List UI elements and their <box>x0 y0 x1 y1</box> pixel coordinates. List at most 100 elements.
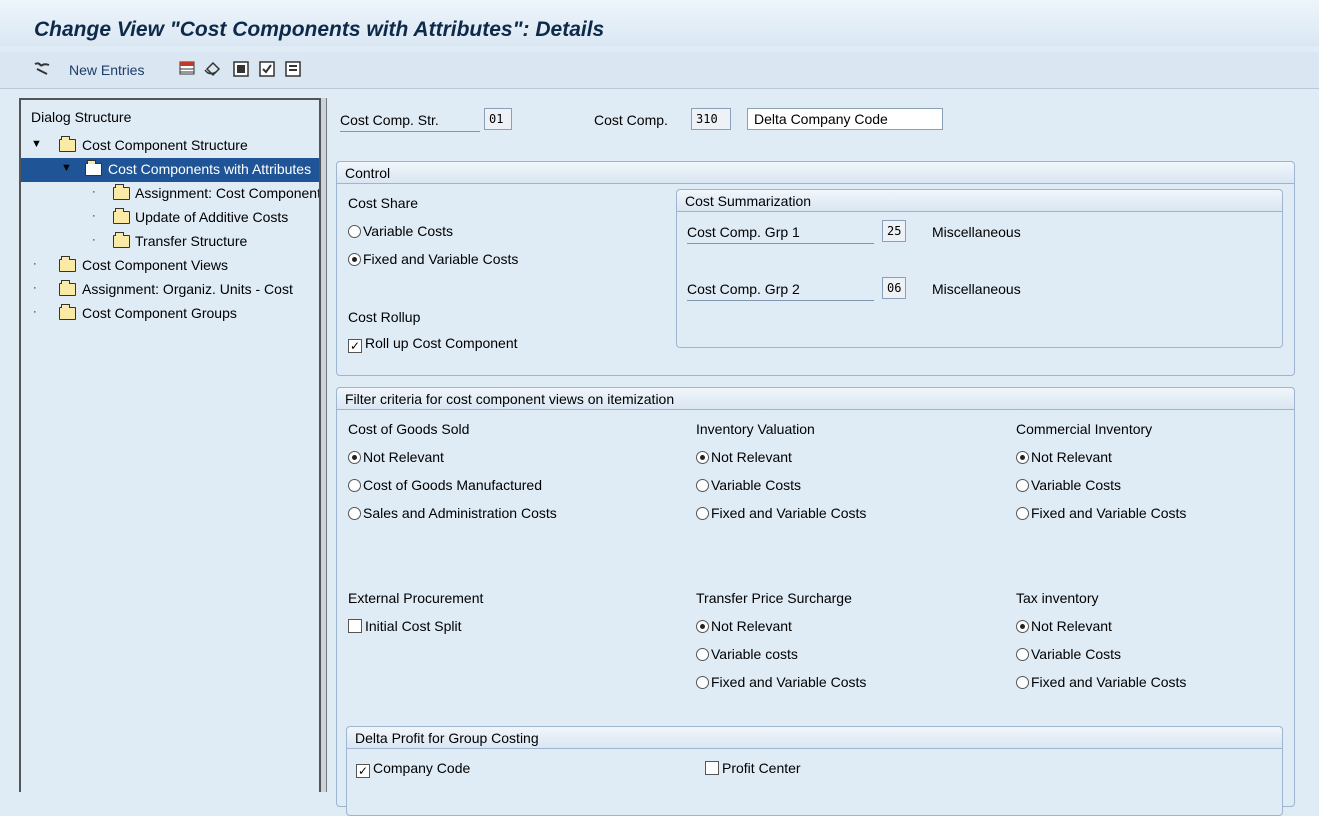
radio-cogs-sales-admin[interactable]: Sales and Administration Costs <box>348 505 557 521</box>
cost-comp-grp1-field[interactable]: 25 <box>882 220 906 242</box>
tree-item-cost-component-structure[interactable]: ▼ Cost Component Structure <box>21 134 319 158</box>
deselect-all-icon[interactable] <box>284 60 302 78</box>
radio-circle-icon[interactable] <box>348 225 361 238</box>
checkbox-unchecked-icon[interactable] <box>348 619 362 633</box>
radio-label: Variable costs <box>711 646 798 662</box>
select-all-icon[interactable] <box>232 60 250 78</box>
tree-item-update-additive-costs[interactable]: · Update of Additive Costs <box>21 206 319 230</box>
radio-circle-icon[interactable] <box>696 676 709 689</box>
cost-share-label: Cost Share <box>348 195 419 211</box>
tree-item-assignment-organiz-units[interactable]: · Assignment: Organiz. Units - Cost <box>21 278 319 302</box>
cost-comp-grp1-text: Miscellaneous <box>932 224 1021 240</box>
radio-selected-icon[interactable] <box>696 620 709 633</box>
radio-selected-icon[interactable] <box>348 253 361 266</box>
radio-label: Fixed and Variable Costs <box>1031 505 1187 521</box>
tree-item-label: Update of Additive Costs <box>135 209 289 225</box>
cost-rollup-label: Cost Rollup <box>348 309 421 325</box>
tree-item-cost-component-views[interactable]: · Cost Component Views <box>21 254 319 278</box>
radio-comm-inv-not-relevant[interactable]: Not Relevant <box>1016 449 1112 465</box>
radio-circle-icon[interactable] <box>696 507 709 520</box>
checkbox-checked-icon[interactable]: ✓ <box>348 339 362 353</box>
tree-item-label: Cost Component Groups <box>82 305 237 321</box>
cost-summarization-group: Cost Summarization <box>676 189 1283 348</box>
radio-tax-inv-variable[interactable]: Variable Costs <box>1016 646 1121 662</box>
radio-circle-icon[interactable] <box>1016 676 1029 689</box>
radio-inv-val-variable[interactable]: Variable Costs <box>696 477 801 493</box>
label-underline <box>340 131 480 132</box>
radio-tax-inv-fixed-variable[interactable]: Fixed and Variable Costs <box>1016 674 1186 690</box>
panel-splitter[interactable] <box>319 98 327 792</box>
radio-comm-inv-fixed-variable[interactable]: Fixed and Variable Costs <box>1016 505 1186 521</box>
label-underline <box>687 300 874 301</box>
radio-fixed-variable-costs[interactable]: Fixed and Variable Costs <box>348 251 518 267</box>
bullet-icon: · <box>33 282 37 294</box>
radio-label: Fixed and Variable Costs <box>1031 674 1187 690</box>
radio-circle-icon[interactable] <box>1016 648 1029 661</box>
tree-item-transfer-structure[interactable]: · Transfer Structure <box>21 230 319 254</box>
radio-label: Not Relevant <box>1031 618 1112 634</box>
radio-tps-variable[interactable]: Variable costs <box>696 646 798 662</box>
radio-selected-icon[interactable] <box>1016 451 1029 464</box>
cost-comp-field[interactable]: 310 <box>691 108 731 130</box>
profit-center-checkbox[interactable]: Profit Center <box>705 760 801 776</box>
expand-down-icon[interactable]: ▼ <box>31 138 42 150</box>
tree-item-cost-components-with-attributes[interactable]: ▼ Cost Components with Attributes <box>21 158 319 182</box>
radio-label: Not Relevant <box>363 449 444 465</box>
inventory-valuation-label: Inventory Valuation <box>696 421 815 437</box>
radio-inv-val-fixed-variable[interactable]: Fixed and Variable Costs <box>696 505 866 521</box>
radio-selected-icon[interactable] <box>1016 620 1029 633</box>
table-icon[interactable] <box>179 60 197 78</box>
undo-icon[interactable] <box>204 60 222 78</box>
transfer-price-surcharge-label: Transfer Price Surcharge <box>696 590 852 606</box>
bullet-icon: · <box>33 258 37 270</box>
checkbox-checked-icon[interactable]: ✓ <box>356 764 370 778</box>
radio-circle-icon[interactable] <box>348 507 361 520</box>
external-procurement-label: External Procurement <box>348 590 484 606</box>
roll-up-checkbox[interactable]: ✓ Roll up Cost Component <box>348 335 518 353</box>
cost-comp-description-field[interactable]: Delta Company Code <box>747 108 943 130</box>
checkbox-unchecked-icon[interactable] <box>705 761 719 775</box>
folder-icon <box>113 232 130 248</box>
tree-item-label: Cost Component Structure <box>82 137 248 153</box>
tree-item-assignment-cost-component[interactable]: · Assignment: Cost Component <box>21 182 319 206</box>
expand-down-icon[interactable]: ▼ <box>61 162 72 174</box>
folder-icon <box>59 136 76 152</box>
page-title: Change View "Cost Components with Attrib… <box>34 18 605 41</box>
radio-tps-fixed-variable[interactable]: Fixed and Variable Costs <box>696 674 866 690</box>
radio-variable-costs[interactable]: Variable Costs <box>348 223 453 239</box>
radio-circle-icon[interactable] <box>696 648 709 661</box>
cogs-label: Cost of Goods Sold <box>348 421 470 437</box>
radio-circle-icon[interactable] <box>696 479 709 492</box>
tree-item-cost-component-groups[interactable]: · Cost Component Groups <box>21 302 319 326</box>
radio-tps-not-relevant[interactable]: Not Relevant <box>696 618 792 634</box>
radio-cogs-not-relevant[interactable]: Not Relevant <box>348 449 444 465</box>
company-code-checkbox[interactable]: ✓ Company Code <box>356 760 470 778</box>
application-toolbar: New Entries <box>0 52 1319 89</box>
radio-label: Sales and Administration Costs <box>363 505 557 521</box>
cost-summarization-title: Cost Summarization <box>677 190 1282 212</box>
cost-comp-str-label: Cost Comp. Str. <box>340 112 439 128</box>
radio-selected-icon[interactable] <box>696 451 709 464</box>
initial-cost-split-checkbox[interactable]: Initial Cost Split <box>348 618 461 634</box>
cost-comp-grp2-text: Miscellaneous <box>932 281 1021 297</box>
radio-inv-val-not-relevant[interactable]: Not Relevant <box>696 449 792 465</box>
glasses-icon[interactable] <box>33 60 51 78</box>
filter-criteria-title: Filter criteria for cost component views… <box>337 388 1294 410</box>
checkbox-label: Profit Center <box>722 760 801 776</box>
radio-circle-icon[interactable] <box>1016 479 1029 492</box>
new-entries-button[interactable]: New Entries <box>69 62 144 78</box>
radio-comm-inv-variable[interactable]: Variable Costs <box>1016 477 1121 493</box>
radio-selected-icon[interactable] <box>348 451 361 464</box>
radio-cogs-manufactured[interactable]: Cost of Goods Manufactured <box>348 477 542 493</box>
label-underline <box>687 243 874 244</box>
bullet-icon: · <box>92 234 96 246</box>
bullet-icon: · <box>33 306 37 318</box>
radio-tax-inv-not-relevant[interactable]: Not Relevant <box>1016 618 1112 634</box>
radio-circle-icon[interactable] <box>1016 507 1029 520</box>
radio-label: Not Relevant <box>711 618 792 634</box>
cost-comp-str-field[interactable]: 01 <box>484 108 512 130</box>
select-block-icon[interactable] <box>258 60 276 78</box>
cost-comp-grp2-field[interactable]: 06 <box>882 277 906 299</box>
radio-circle-icon[interactable] <box>348 479 361 492</box>
radio-label: Variable Costs <box>1031 477 1122 493</box>
